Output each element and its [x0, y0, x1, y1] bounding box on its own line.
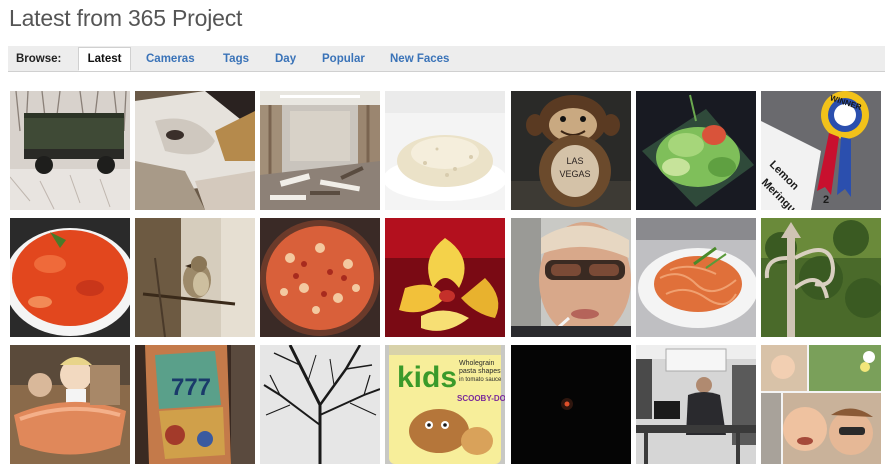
photo-thumbnail-tomato-soup[interactable] — [10, 218, 130, 337]
photo-thumbnail-sleeping-dog[interactable] — [135, 91, 255, 210]
tab-cameras[interactable]: Cameras — [146, 46, 195, 71]
photo-thumbnail-tattoo-arm[interactable]: 777 — [135, 345, 255, 464]
page-title: Latest from 365 Project — [9, 5, 243, 31]
can-label-line-1: Wholegrain — [459, 360, 495, 367]
photo-thumbnail-old-trailer[interactable] — [10, 91, 130, 210]
photo-thumbnail-woman-cigarette[interactable] — [511, 218, 631, 337]
can-label-scooby: SCOOBY-DOO! — [457, 394, 505, 403]
tab-tags[interactable]: Tags — [223, 46, 249, 71]
photo-thumbnail-winner-ribbon[interactable]: WINNER Lemon Meringue 2 — [761, 91, 881, 210]
tab-latest[interactable]: Latest — [78, 47, 131, 71]
photo-thumbnail-pizza[interactable] — [260, 218, 380, 337]
photo-thumbnail-dark-light[interactable] — [511, 345, 631, 464]
tab-day[interactable]: Day — [275, 46, 296, 71]
tattoo-number: 777 — [171, 374, 211, 401]
photo-thumbnail-office-laptop[interactable] — [636, 345, 756, 464]
tab-new-faces[interactable]: New Faces — [390, 46, 449, 71]
photo-thumbnail-spaghetti[interactable] — [636, 218, 756, 337]
photo-thumbnail-child-boat[interactable] — [10, 345, 130, 464]
photo-thumbnail-grated-cheese[interactable] — [385, 91, 505, 210]
can-label-kids: kids — [397, 361, 457, 394]
photo-thumbnail-demolished-room[interactable] — [260, 91, 380, 210]
photo-thumbnail-iron-fence[interactable] — [761, 218, 881, 337]
photo-thumbnail-las-vegas-monkey[interactable]: LAS VEGAS — [511, 91, 631, 210]
browse-label: Browse: — [16, 53, 62, 65]
tab-popular[interactable]: Popular — [322, 46, 365, 71]
can-label-line-3: in tomato sauce — [459, 377, 502, 383]
photo-thumbnail-sparrow[interactable] — [135, 218, 255, 337]
photo-thumbnail-salad-plate[interactable] — [636, 91, 756, 210]
photo-thumbnail-kids-collage[interactable] — [761, 345, 881, 464]
lemon-label-3: 2 — [823, 194, 829, 206]
browse-nav: Browse: Latest Cameras Tags Day Popular … — [8, 46, 885, 72]
photo-thumbnail-yellow-flower[interactable] — [385, 218, 505, 337]
monkey-label-2: VEGAS — [559, 169, 590, 179]
photo-thumbnail-pasta-can[interactable]: kids Wholegrain pasta shapes in tomato s… — [385, 345, 505, 464]
can-label-line-2: pasta shapes — [459, 368, 501, 375]
photo-thumbnail-bare-tree[interactable] — [260, 345, 380, 464]
monkey-label-1: LAS — [566, 156, 583, 166]
